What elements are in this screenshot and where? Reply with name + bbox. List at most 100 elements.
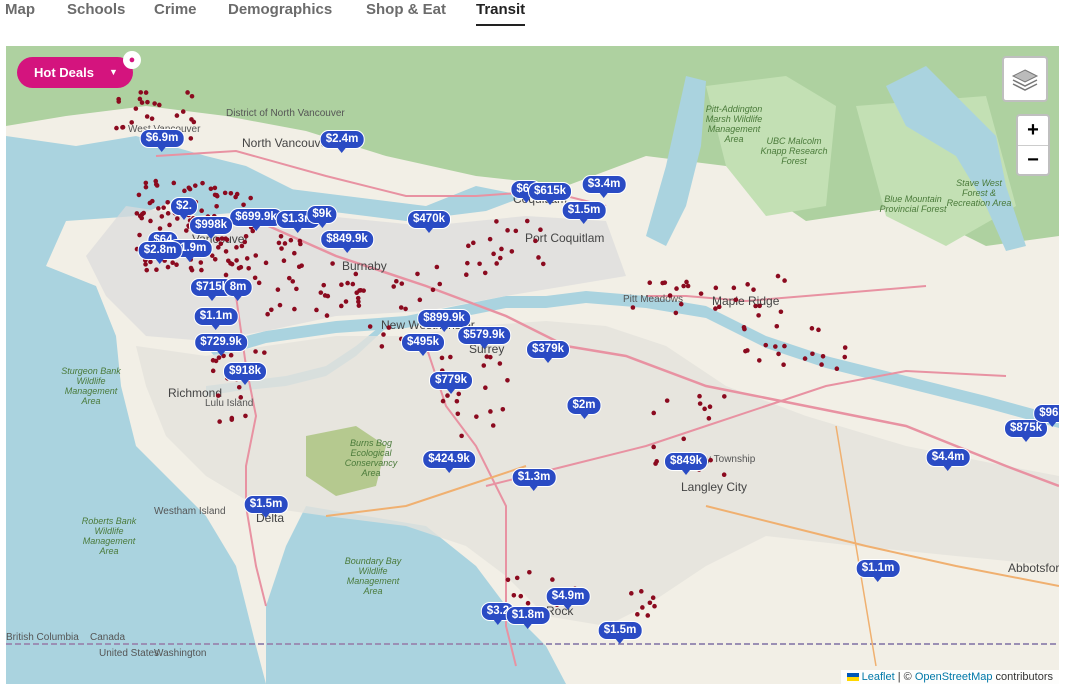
hot-deals-button[interactable]: Hot Deals ▼ ● [17,51,141,88]
tab-schools[interactable]: Schools [67,0,125,20]
listing-dot [459,433,464,439]
price-marker[interactable]: $4.4m [925,448,971,471]
price-marker[interactable]: $3.4m [581,175,627,198]
price-marker[interactable]: $2.4m [319,130,365,153]
listing-dot [281,258,287,264]
listing-dot [651,410,657,416]
price-marker[interactable]: $2m [566,396,602,419]
price-marker[interactable]: $1.1m [855,559,901,582]
listing-dot [223,249,229,254]
listing-dot [681,436,687,442]
listing-dot [505,377,510,383]
tab-map[interactable]: Map [5,0,35,20]
tab-demographics[interactable]: Demographics [228,0,332,20]
listing-dot [674,286,679,291]
listing-dot [143,180,149,186]
listing-dot [343,299,349,304]
listing-dot [149,116,155,121]
listing-dot [536,255,541,260]
listing-dot [713,285,719,291]
price-marker[interactable]: $1.5m [243,495,289,518]
listing-dot [180,109,186,114]
listing-dot [820,353,826,359]
osm-link[interactable]: OpenStreetMap [915,671,993,683]
listing-dot [481,363,487,368]
price-marker[interactable]: $9k [306,205,338,228]
listing-dot [234,245,239,250]
listing-dot [212,256,218,262]
listing-dot [292,306,297,312]
listing-dot [511,592,517,598]
listing-dot [277,302,283,308]
price-marker[interactable]: $998k [189,216,233,239]
price-marker[interactable]: $2. [170,197,198,220]
listing-dot [157,102,162,108]
listing-dot [756,313,761,318]
price-marker[interactable]: $1.3m [511,468,557,491]
listing-dot [143,262,148,267]
listing-dot [448,354,453,360]
price-marker[interactable]: $779k [429,371,473,394]
listing-dot [482,270,488,276]
listing-dot [252,275,258,281]
listing-dot [650,595,656,600]
price-marker[interactable]: $849k [664,452,708,475]
listing-dot [782,343,787,349]
leaflet-link[interactable]: Leaflet [862,671,895,683]
price-marker[interactable]: $899.9k [417,309,471,332]
price-marker[interactable]: $918k [223,362,267,385]
listing-dot [223,272,229,278]
listing-dot [228,352,234,358]
listing-dot [440,398,446,404]
layers-control-button[interactable] [1002,56,1048,102]
listing-dot [463,272,469,278]
listing-dot [189,267,195,273]
listing-dot [200,180,205,186]
tab-shop-eat[interactable]: Shop & Eat [366,0,446,20]
price-marker[interactable]: $1.1m [193,307,239,330]
price-marker[interactable]: $379k [526,340,570,363]
listing-dot [651,444,656,450]
zoom-in-button[interactable]: + [1018,116,1048,146]
zoom-out-button[interactable]: − [1018,146,1048,175]
listing-dot [182,188,187,194]
listing-dot [222,190,228,196]
price-marker[interactable]: $849.9k [320,230,374,253]
price-marker[interactable]: 8m [223,278,253,301]
price-marker[interactable]: $6.9m [139,129,185,152]
listing-dot [170,260,175,265]
listing-dot [215,393,221,398]
listing-dot [721,472,727,477]
listing-dot [778,309,784,315]
listing-dot [314,307,319,313]
listing-dot [386,325,392,330]
listing-dot [722,394,727,399]
listing-dot [774,323,780,329]
listing-dot [353,271,359,277]
price-marker[interactable]: $729.9k [194,333,248,356]
tab-crime[interactable]: Crime [154,0,197,20]
listing-dot [321,282,327,288]
listing-dot [325,293,331,299]
listing-dot [356,303,362,308]
price-marker[interactable]: $1.5m [561,201,607,224]
listing-dot [226,258,231,264]
ukraine-flag-icon [846,673,859,682]
tab-transit[interactable]: Transit [476,0,526,26]
price-marker[interactable]: $470k [407,210,451,233]
listing-dot [145,99,150,105]
price-marker[interactable]: $1.8m [505,606,551,629]
listing-dot [753,303,758,309]
listing-dot [525,600,531,606]
map-canvas[interactable]: North Vancouver District of North Vancouv… [6,46,1059,684]
price-marker[interactable]: $424.9k [422,450,476,473]
price-marker[interactable]: $1.5m [597,621,643,644]
price-marker[interactable]: $579.9k [457,326,511,349]
listing-dot [434,264,440,270]
price-marker[interactable]: $965 [1033,404,1059,427]
price-marker[interactable]: $4.9m [545,587,591,610]
listing-dot [217,419,222,424]
price-marker[interactable]: $615k [528,182,572,205]
price-marker[interactable]: $2.8m [137,241,183,264]
price-marker[interactable]: $495k [401,333,445,356]
